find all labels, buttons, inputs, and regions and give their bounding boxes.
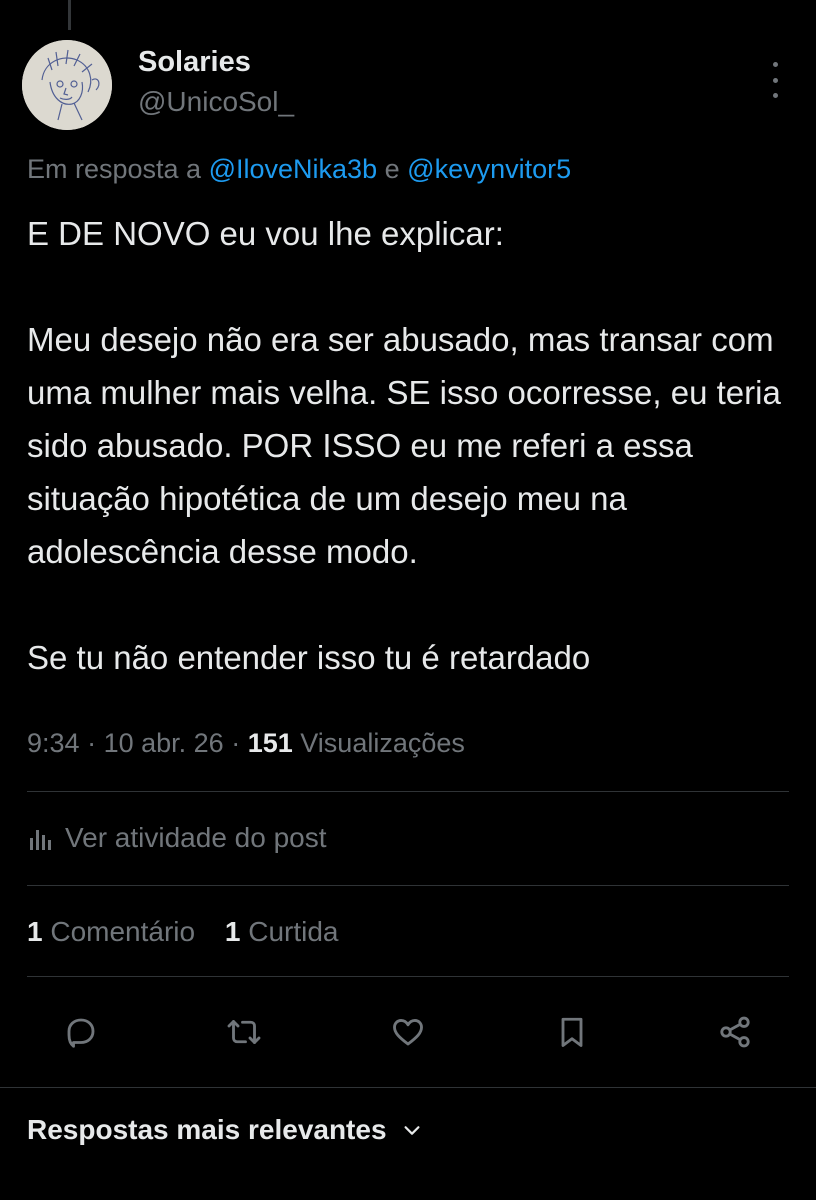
- tweet-date[interactable]: 10 abr. 26: [104, 728, 224, 758]
- likes-count: 1: [224, 916, 241, 947]
- comments-count: 1: [27, 916, 43, 947]
- author-handle[interactable]: @UnicoSol_: [138, 86, 294, 118]
- avatar[interactable]: [22, 40, 112, 130]
- retweet-button[interactable]: [216, 1004, 272, 1060]
- comments-label: Comentário: [50, 916, 196, 947]
- like-icon: [393, 1019, 423, 1046]
- divider: [27, 791, 789, 792]
- reply-conjunction: e: [384, 154, 400, 184]
- more-dots-icon: [772, 62, 778, 67]
- tweet-time[interactable]: 9:34: [27, 728, 80, 758]
- retweet-icon: [227, 1020, 261, 1044]
- share-button[interactable]: [707, 1004, 763, 1060]
- divider: [27, 885, 789, 886]
- views-count: 151: [247, 728, 293, 758]
- tweet-paragraph: Se tu não entender isso tu é retardado: [27, 639, 591, 676]
- avatar-sketch-image: [22, 40, 112, 130]
- thread-connector-line: [68, 0, 71, 30]
- divider: [27, 976, 789, 977]
- tweet-meta: 9:34 · 10 abr. 26 · 151 Visualizações: [27, 728, 465, 758]
- likes-stat[interactable]: 1 Curtida: [225, 916, 339, 948]
- action-bar: [0, 1004, 816, 1060]
- reply-context: Em resposta a @IloveNika3b e @kevynvitor…: [27, 154, 571, 185]
- bookmark-icon: [561, 1017, 583, 1047]
- replies-sort-dropdown[interactable]: Respostas mais relevantes: [27, 1114, 423, 1146]
- engagement-stats: 1 Comentário 1 Curtida: [27, 916, 361, 948]
- like-button[interactable]: [380, 1004, 436, 1060]
- tweet-line: E DE NOVO eu vou lhe explicar:: [27, 215, 504, 252]
- bar-chart-icon: [30, 830, 51, 850]
- mention-link[interactable]: @IloveNika3b: [209, 154, 378, 184]
- replies-sort-label: Respostas mais relevantes: [27, 1114, 387, 1145]
- reply-prefix: Em resposta a: [27, 154, 202, 184]
- mention-link[interactable]: @kevynvitor5: [407, 154, 571, 184]
- activity-label: Ver atividade do post: [65, 822, 327, 853]
- views-label: Visualizações: [300, 728, 465, 758]
- tweet-body: E DE NOVO eu vou lhe explicar: Meu desej…: [27, 207, 797, 684]
- chevron-down-icon: [404, 1126, 420, 1135]
- view-post-activity-link[interactable]: Ver atividade do post: [27, 822, 327, 854]
- more-options-button[interactable]: [762, 62, 788, 98]
- reply-icon: [67, 1018, 95, 1048]
- divider: [0, 1087, 816, 1088]
- comments-stat[interactable]: 1 Comentário: [27, 916, 195, 948]
- bookmark-button[interactable]: [544, 1004, 600, 1060]
- tweet-paragraph: Meu desejo não era ser abusado, mas tran…: [27, 321, 781, 570]
- reply-button[interactable]: [53, 1004, 109, 1060]
- likes-label: Curtida: [248, 916, 339, 947]
- author-display-name[interactable]: Solaries: [138, 46, 251, 79]
- share-icon: [720, 1016, 750, 1048]
